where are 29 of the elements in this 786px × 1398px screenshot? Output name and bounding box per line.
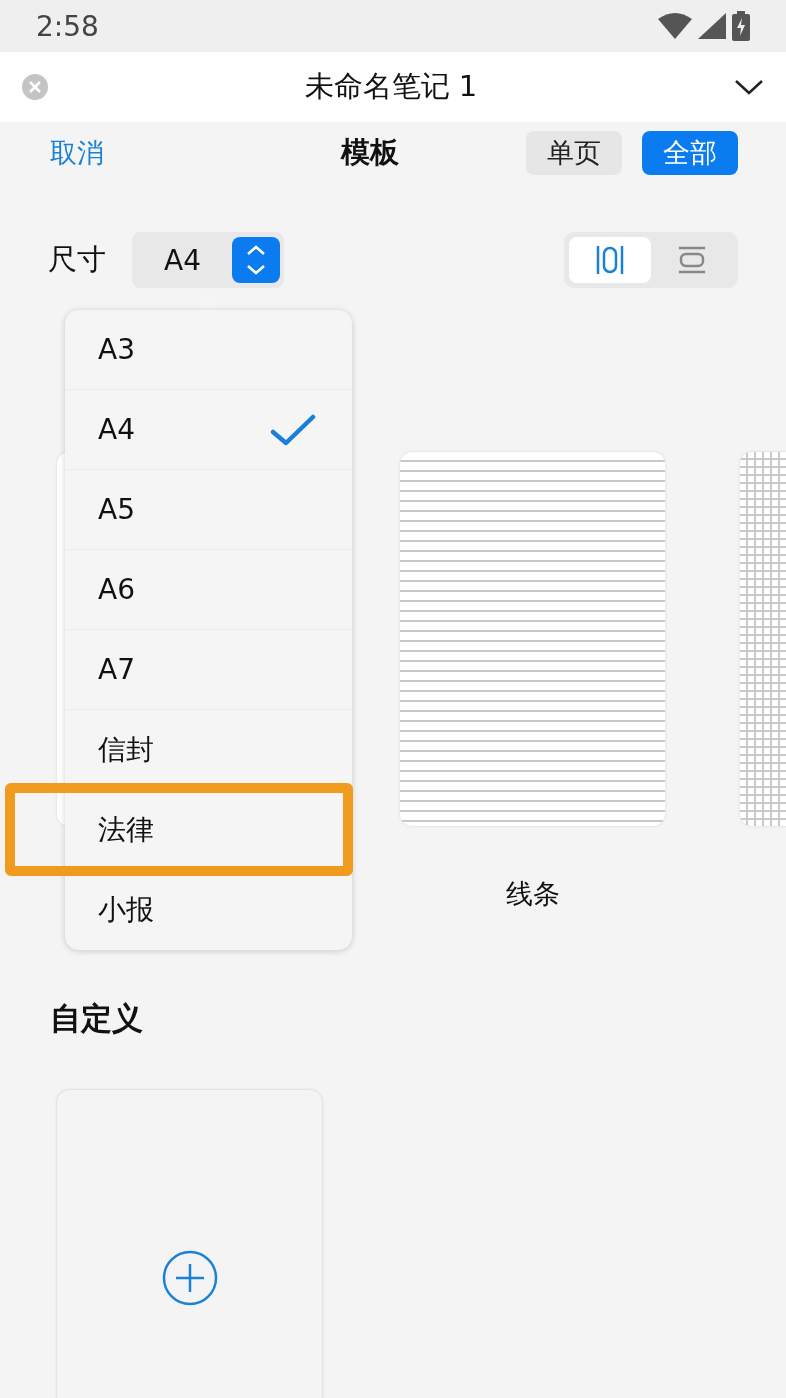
chevron-down-icon[interactable] [734,78,764,96]
menu-item[interactable]: 信封 [65,710,352,790]
status-time: 2:58 [36,9,99,43]
size-label: 尺寸 [48,241,106,278]
note-title: 未命名笔记 1 [303,68,479,105]
wifi-icon [658,13,692,39]
close-icon[interactable] [22,74,48,100]
menu-item[interactable]: A4 [65,390,352,470]
mode-button[interactable]: 全部 [642,131,738,175]
size-select[interactable]: A4 [132,232,284,288]
template-card[interactable] [400,452,665,826]
template-label: 线条 [505,877,560,911]
battery-icon [732,11,750,41]
section-heading: 自定义 [50,999,144,1038]
menu-item[interactable]: 法律 [65,790,352,870]
add-icon[interactable] [161,1250,218,1306]
landscape-icon [677,246,707,274]
cancel-link[interactable]: 取消 [50,135,104,171]
orientation-option[interactable] [569,237,651,283]
stepper-icon [232,237,280,283]
menu-item[interactable]: A7 [65,630,352,710]
signal-icon [698,13,726,39]
mode-button[interactable]: 单页 [526,131,622,175]
menu-item[interactable]: A6 [65,550,352,630]
menu-item[interactable]: A3 [65,310,352,390]
portrait-icon [595,244,625,276]
menu-item[interactable]: A5 [65,470,352,550]
sheet-title: 模板 [339,134,400,171]
menu-item[interactable]: 小报 [65,870,352,950]
